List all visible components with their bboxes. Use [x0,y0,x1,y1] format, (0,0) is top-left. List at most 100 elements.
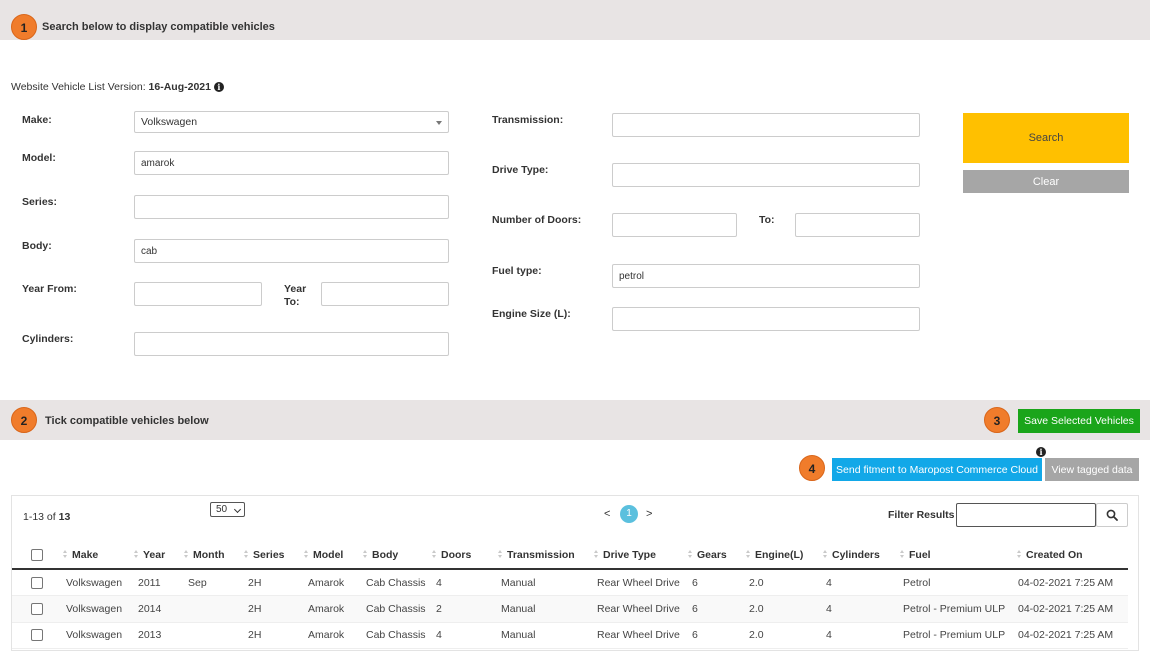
cell-make: Volkswagen [62,622,133,649]
cell-model: Amarok [303,569,362,596]
sort-icon [183,549,190,560]
engine-size-input[interactable] [612,307,920,331]
cell-engine: 2.0 [745,622,822,649]
row-select-cell [12,569,62,596]
clear-button[interactable]: Clear [963,170,1129,193]
cell-make: Volkswagen [62,595,133,623]
table-row[interactable]: Volkswagen 2011 Sep 2H Amarok Cab Chassi… [12,569,1128,596]
year-to-input[interactable] [321,282,449,306]
cell-engine: 2.0 [745,569,822,596]
cell-model: Amarok [303,595,362,623]
version-label: Website Vehicle List Version: [11,81,149,93]
cell-body: Cab Chassis [362,595,431,623]
table-row[interactable]: Volkswagen 2013 2H Amarok Cab Chassis 4 … [12,622,1128,649]
cell-year: 2014 [133,595,183,623]
step-2-badge: 2 [11,407,37,433]
column-header-fuel[interactable]: Fuel [899,541,1016,570]
column-header-transmission[interactable]: Transmission [497,541,593,570]
transmission-label: Transmission: [492,114,564,126]
column-header-month[interactable]: Month [183,541,243,570]
cell-transmission: Manual [497,569,593,596]
cell-gears: 6 [687,622,745,649]
row-checkbox[interactable] [31,602,43,615]
filter-results-input[interactable] [956,503,1096,527]
search-button[interactable]: Search [963,113,1129,163]
cell-make: Volkswagen [62,569,133,596]
cell-body: Cab Chassis [362,569,431,596]
year-from-input[interactable] [134,282,262,306]
table-row[interactable]: Volkswagen 2014 2H Amarok Cab Chassis 2 … [12,595,1128,623]
sort-icon [431,549,438,560]
step-1-badge: 1 [11,14,37,40]
series-label: Series: [22,196,58,208]
column-header-drive-type[interactable]: Drive Type [593,541,687,570]
table-header-row: Make Year Month Series Model Body Doors … [12,541,1128,570]
body-input[interactable] [134,239,449,263]
row-select-cell [12,595,62,623]
column-header-body[interactable]: Body [362,541,431,570]
sort-icon [497,549,504,560]
cell-drive-type: Rear Wheel Drive [593,622,687,649]
results-count: 1-13 of 13 [23,511,70,523]
column-header-model[interactable]: Model [303,541,362,570]
cell-doors: 2 [431,595,497,623]
doors-to-input[interactable] [795,213,920,237]
sort-icon [593,549,600,560]
column-header-doors[interactable]: Doors [431,541,497,570]
fuel-type-input[interactable] [612,264,920,288]
column-header-gears[interactable]: Gears [687,541,745,570]
results-total: 13 [58,511,71,523]
cell-year: 2013 [133,622,183,649]
info-icon[interactable]: i [213,82,224,93]
body-label: Body: [22,240,52,252]
cell-cylinders: 4 [822,569,899,596]
column-header-cylinders[interactable]: Cylinders [822,541,899,570]
results-of-label: of [44,511,59,523]
cylinders-label: Cylinders: [22,333,74,345]
row-checkbox[interactable] [31,629,43,642]
model-input[interactable] [134,151,449,175]
cell-doors: 4 [431,569,497,596]
section-2-title: Tick compatible vehicles below [45,415,209,427]
cell-year: 2011 [133,569,183,596]
doors-label: Number of Doors: [492,214,582,226]
drive-type-input[interactable] [612,163,920,187]
column-header-make[interactable]: Make [62,541,133,570]
transmission-input[interactable] [612,113,920,137]
row-checkbox[interactable] [31,576,43,589]
cell-series: 2H [243,569,303,596]
fuel-type-label: Fuel type: [492,265,542,277]
column-header-created-on[interactable]: Created On [1016,541,1128,570]
doors-to-label: To: [759,214,775,226]
info-icon[interactable]: i [1036,447,1046,457]
page-size-value: 50 [216,504,228,515]
make-select-value: Volkswagen [141,116,198,128]
section-1-title: Search below to display compatible vehic… [42,21,275,33]
year-to-label-line2: To: [284,296,300,308]
filter-search-button[interactable] [1096,503,1128,527]
pager-prev[interactable]: < [604,508,610,520]
sort-icon [303,549,310,560]
column-header-engine[interactable]: Engine(L) [745,541,822,570]
select-all-checkbox[interactable] [31,548,43,561]
page-size-select[interactable]: 50 [210,502,245,517]
column-header-year[interactable]: Year [133,541,183,570]
cell-series: 2H [243,595,303,623]
make-select[interactable]: Volkswagen [134,111,449,133]
sort-icon [1016,549,1023,560]
sort-icon [687,549,694,560]
cell-created-on: 04-02-2021 7:25 AM [1016,622,1128,649]
section-1-header: 1 Search below to display compatible veh… [0,0,1150,40]
sort-icon [62,549,69,560]
search-icon [1106,509,1118,521]
pager-next[interactable]: > [646,508,652,520]
view-tagged-data-button[interactable]: View tagged data [1045,458,1139,481]
doors-from-input[interactable] [612,213,737,237]
save-selected-vehicles-button[interactable]: Save Selected Vehicles [1018,409,1140,433]
send-fitment-button[interactable]: Send fitment to Maropost Commerce Cloud [832,458,1042,481]
series-input[interactable] [134,195,449,219]
column-header-series[interactable]: Series [243,541,303,570]
cell-cylinders: 4 [822,622,899,649]
cylinders-input[interactable] [134,332,449,356]
pager-current-page[interactable]: 1 [620,505,638,523]
